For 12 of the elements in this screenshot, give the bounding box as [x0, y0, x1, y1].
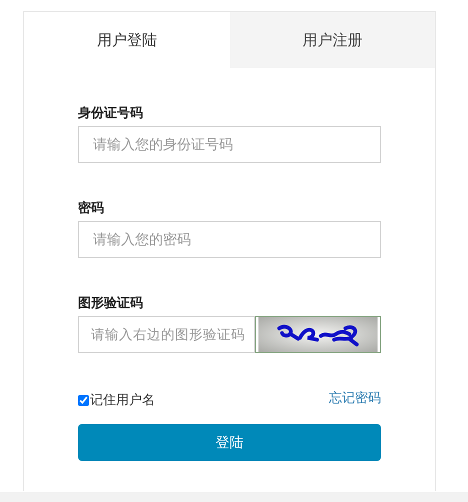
forgot-password-link[interactable]: 忘记密码 [329, 389, 381, 407]
remember-checkbox[interactable] [78, 394, 89, 406]
tab[interactable]: 用户注册 [230, 12, 435, 68]
captcha-image[interactable] [255, 316, 381, 353]
input-field[interactable]: 请输入您的身份证号码 [78, 126, 381, 163]
input-field[interactable]: 请输入您的密码 [78, 221, 381, 258]
field-label: 身份证号码 [78, 105, 144, 123]
login-button[interactable]: 登陆 [78, 424, 381, 461]
field-label: 图形验证码 [78, 295, 144, 313]
remember-label: 记住用户名 [90, 392, 155, 409]
input-field[interactable]: 请输入右边的图形验证码 [78, 316, 255, 353]
field-label: 密码 [78, 200, 105, 218]
